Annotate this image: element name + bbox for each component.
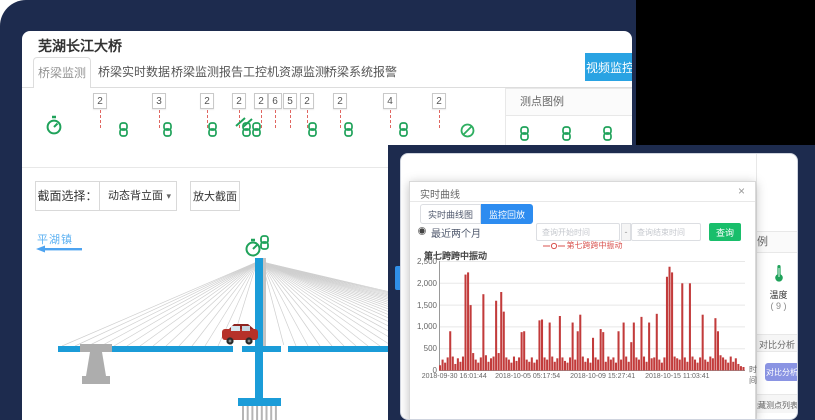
recent-two-months-label: 最近两个月: [431, 225, 481, 240]
sensor-disabled-icon[interactable]: [460, 123, 475, 143]
temperature-label: 温度: [757, 288, 798, 301]
video-monitor-button[interactable]: 视频监控: [585, 53, 632, 81]
thermometer-icon: [773, 264, 785, 282]
legend-link-icon: [560, 126, 573, 146]
y-tick-label: 1,000: [411, 322, 437, 331]
tower-gauge-icon: [247, 240, 260, 256]
enlarge-section-button[interactable]: 放大截面: [190, 181, 240, 211]
tab-realtime-curve[interactable]: 实时曲线图: [420, 204, 481, 224]
section-select-label: 截面选择：: [36, 182, 99, 210]
x-axis-name: 时间: [749, 364, 757, 386]
tower-link-icon: [261, 236, 268, 249]
car: [222, 324, 258, 345]
sensor-link-icon[interactable]: [161, 122, 174, 142]
tab-monitor-playback[interactable]: 监控回放: [481, 204, 533, 224]
hide-point-list-bar[interactable]: 隐藏测点列表: [757, 394, 798, 413]
legend-link-icon: [601, 126, 614, 146]
sensor-link-icon[interactable]: [306, 122, 319, 142]
y-tick-label: 2,500: [411, 257, 437, 266]
tab-bridge-system-alarm[interactable]: 桥梁系统报警: [325, 57, 397, 87]
dialog-title: 实时曲线: [420, 186, 460, 201]
y-tick-label: 500: [411, 344, 437, 353]
sensor-dashed-line: [439, 110, 440, 128]
sensor-count-badge: 2: [432, 93, 446, 109]
realtime-curve-dialog: 实时曲线 × 实时曲线图 监控回放 最近两个月 - 查询: [409, 181, 756, 420]
y-tick-label: 1,500: [411, 301, 437, 310]
temperature-legend-item[interactable]: 温度 ( 9 ): [757, 264, 798, 311]
sensor-link-icon[interactable]: [117, 122, 130, 142]
sensor-dashed-line: [100, 110, 101, 128]
dialog-header: 实时曲线 ×: [410, 182, 755, 202]
sensor-count-badge: 2: [333, 93, 347, 109]
detail-window: 测点图例 温度 ( 9 ) 对比分析 对比分析 隐藏测点列表: [400, 153, 798, 420]
measure-point-panel: 测点图例 温度 ( 9 ) 对比分析 对比分析 隐藏测点列表: [756, 154, 798, 420]
sensor-dashed-line: [275, 110, 276, 128]
sensor-dashed-line: [159, 110, 160, 128]
sensor-dashed-line: [340, 110, 341, 128]
sensor-count-badge: 2: [93, 93, 107, 109]
tab-bridge-monitor-report[interactable]: 桥梁监测报告: [171, 57, 243, 87]
bridge-abutment: [80, 344, 112, 384]
sensor-count-badge: 5: [283, 93, 297, 109]
page-title: 芜湖长江大桥: [38, 36, 122, 56]
legend-link-icon: [518, 126, 531, 146]
compare-section-header: 对比分析: [757, 334, 798, 352]
x-tick-label: 2018-09-30 16:01:44: [422, 373, 478, 380]
sensor-count-badge: 2: [254, 93, 268, 109]
sensor-count-badge: 2: [300, 93, 314, 109]
sensor-count-badge: 4: [383, 93, 397, 109]
section-select-group: 截面选择： 动态背立面 ▾: [35, 181, 177, 211]
tab-ipc-resource-monitor[interactable]: 工控机资源监测: [243, 57, 327, 87]
tab-bridge-monitoring[interactable]: 桥梁监测: [33, 57, 91, 88]
sensor-count-badge: 6: [268, 93, 282, 109]
close-icon[interactable]: ×: [738, 184, 745, 198]
x-tick-label: 2018-10-05 05:17:54: [495, 373, 551, 380]
detail-window-backdrop: 测点图例 温度 ( 9 ) 对比分析 对比分析 隐藏测点列表: [388, 145, 815, 420]
sensor-link-icon[interactable]: [206, 122, 219, 142]
section-select[interactable]: 动态背立面 ▾: [99, 182, 176, 210]
date-range-separator: -: [621, 223, 631, 241]
sensor-count-badge: 2: [232, 93, 246, 109]
vibration-chart: 2,5002,0001,5001,0005000 2018-09-30 16:0…: [439, 261, 745, 371]
legend-panel-title: 测点图例: [506, 89, 632, 116]
tab-bridge-realtime-data[interactable]: 桥梁实时数据: [98, 57, 170, 87]
sensor-count-badge: 3: [152, 93, 166, 109]
measure-point-legend-header: 测点图例: [757, 231, 798, 253]
sensor-link-icon[interactable]: [342, 122, 355, 142]
bridge-foundation: [238, 398, 281, 406]
x-tick-label: 2018-10-15 11:03:41: [645, 373, 701, 380]
recent-two-months-radio[interactable]: [418, 227, 426, 235]
query-end-time-input[interactable]: [631, 223, 701, 241]
query-start-time-input[interactable]: [536, 223, 620, 241]
query-button[interactable]: 查询: [709, 223, 741, 241]
section-select-value: 动态背立面: [108, 190, 163, 202]
temperature-count: ( 9 ): [757, 301, 798, 311]
x-tick-label: 2018-10-09 15:27:41: [570, 373, 626, 380]
screen: 芜湖长江大桥 桥梁监测 桥梁实时数据 桥梁监测报告 工控机资源监测 桥梁系统报警…: [0, 0, 815, 420]
dialog-tabs: 实时曲线图 监控回放: [420, 204, 533, 224]
bridge-tower: [255, 258, 263, 398]
sensor-dashed-line: [290, 110, 291, 128]
sensor-count-badge: 2: [200, 93, 214, 109]
y-tick-label: 2,000: [411, 279, 437, 288]
chevron-down-icon: ▾: [166, 182, 171, 210]
sensor-link-icon[interactable]: [397, 122, 410, 142]
legend-panel: 测点图例: [505, 88, 632, 150]
section-toolbar: 截面选择： 动态背立面 ▾ 放大截面: [22, 181, 402, 211]
sensor-dashed-line: [390, 110, 391, 128]
legend-marker-icon: [543, 242, 565, 250]
sensor-gauge-icon[interactable]: [46, 115, 62, 140]
compare-analysis-button[interactable]: 对比分析: [765, 363, 798, 381]
sensor-dashed-line: [261, 110, 262, 128]
tab-bar: 桥梁监测 桥梁实时数据 桥梁监测报告 工控机资源监测 桥梁系统报警 视频监控: [22, 57, 632, 88]
black-region: [636, 0, 815, 145]
foundation-piles: [243, 406, 276, 420]
